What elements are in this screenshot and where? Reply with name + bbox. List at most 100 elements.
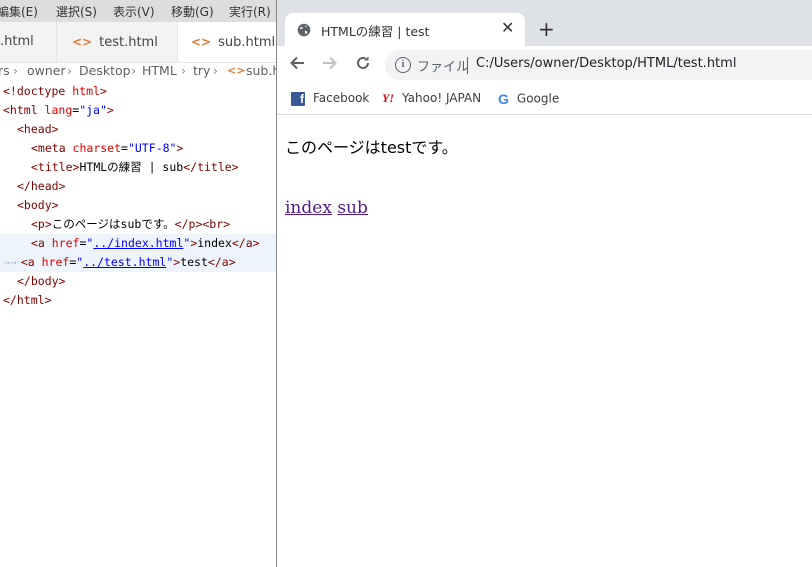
close-tab-icon[interactable]: ✕	[501, 18, 514, 37]
menu-run[interactable]: 実行(R)	[229, 3, 271, 20]
code-token: >	[99, 84, 107, 98]
globe-icon	[297, 22, 311, 41]
code-token: "UTF-8"	[127, 141, 177, 155]
html-file-icon: <>	[72, 35, 93, 49]
code-token: index	[197, 236, 232, 250]
menu-selection[interactable]: 選択(S)	[56, 3, 97, 20]
code-token: lang	[44, 103, 73, 117]
breadcrumb-item[interactable]: rs	[0, 63, 10, 78]
browser-toolbar: i ファイル C:/Users/owner/Desktop/HTML/test.…	[277, 46, 812, 84]
address-divider	[467, 57, 468, 74]
new-tab-button[interactable]: +	[538, 17, 555, 41]
chevron-right-icon: ›	[13, 63, 18, 78]
reload-button[interactable]	[355, 55, 371, 76]
bookmark-label: Facebook	[313, 91, 370, 105]
code-line: <p>このページはsubです。</p><br>	[0, 215, 276, 234]
code-token: </a>	[207, 255, 236, 269]
html-file-icon: <>	[191, 35, 212, 49]
breadcrumb-item[interactable]: Desktop	[79, 63, 131, 78]
code-token: <body>	[17, 198, 59, 212]
code-token: </html>	[3, 293, 52, 307]
info-icon[interactable]: i	[395, 57, 411, 73]
code-line: </html>	[0, 291, 276, 310]
code-editor[interactable]: 編集(E) 選択(S) 表示(V) 移動(G) 実行(R) .html <> te…	[0, 0, 276, 567]
code-token: HTMLの練習 | sub	[79, 160, 184, 174]
code-token: test	[180, 255, 208, 269]
code-line: →→ <a href="../test.html">test</a>	[0, 253, 276, 272]
forward-button[interactable]	[322, 55, 338, 76]
reload-icon	[357, 56, 369, 69]
code-token: charset	[72, 141, 122, 155]
menu-view[interactable]: 表示(V)	[113, 3, 155, 20]
code-token: このページはsubです。	[51, 217, 175, 231]
code-token: <head>	[17, 122, 59, 136]
code-token: </title>	[183, 160, 239, 174]
breadcrumb-item[interactable]: owner	[27, 63, 66, 78]
bookmark-google[interactable]: G Google	[498, 91, 559, 107]
code-token: html	[72, 84, 100, 98]
bookmark-facebook[interactable]: f Facebook	[291, 91, 369, 106]
code-line: </head>	[0, 177, 276, 196]
sub-link[interactable]: sub	[337, 198, 368, 218]
code-line: <title>HTMLの練習 | sub</title>	[0, 158, 276, 177]
google-icon: G	[498, 91, 509, 107]
browser-tab-title: HTMLの練習 | test	[321, 24, 430, 39]
code-line: <!doctype html>	[0, 82, 276, 101]
address-bar[interactable]: i ファイル C:/Users/owner/Desktop/HTML/test.…	[385, 50, 812, 80]
chevron-right-icon: ›	[213, 63, 218, 78]
code-token: <!doctype	[3, 84, 73, 98]
code-token: <html	[3, 103, 45, 117]
back-button[interactable]	[289, 55, 305, 76]
code-line: <body>	[0, 196, 276, 215]
editor-tab-label: test.html	[99, 35, 158, 50]
arrow-right-icon	[323, 56, 337, 70]
breadcrumb: rs › owner › Desktop › HTML › try › <> s…	[0, 62, 276, 82]
editor-tab-sub[interactable]: <> sub.html	[178, 22, 276, 62]
code-line: <meta charset="UTF-8">	[0, 139, 276, 158]
code-link[interactable]: ../index.html	[93, 236, 183, 250]
bookmark-yahoo[interactable]: Y! Yahoo! JAPAN	[382, 91, 481, 106]
code-token: <p>	[31, 217, 52, 231]
bookmark-label: Google	[516, 91, 560, 106]
code-token: <br>	[202, 217, 231, 231]
yahoo-icon: Y!	[382, 91, 394, 105]
code-token: <a	[20, 255, 42, 269]
code-token: </a>	[231, 236, 260, 250]
code-token: =	[121, 141, 128, 155]
url-text[interactable]: C:/Users/owner/Desktop/HTML/test.html	[476, 56, 736, 71]
editor-tab-index[interactable]: .html	[0, 22, 56, 62]
browser-window: HTMLの練習 | test ✕ + i ファイル C:/Users/owner…	[276, 0, 812, 567]
editor-tab-bar: .html <> test.html <> sub.html	[0, 22, 276, 63]
bookmarks-bar: f Facebook Y! Yahoo! JAPAN G Google	[277, 84, 812, 115]
code-line: </body>	[0, 272, 276, 291]
index-link[interactable]: index	[285, 198, 332, 218]
code-token: </p>	[174, 217, 203, 231]
code-token: <title>	[31, 160, 80, 174]
page-content: このページはtestです。 index sub	[277, 115, 812, 567]
code-link[interactable]: ../test.html	[83, 255, 166, 269]
browser-tab[interactable]: HTMLの練習 | test ✕	[285, 13, 525, 46]
page-links: index sub	[285, 198, 368, 218]
arrow-left-icon	[290, 56, 304, 70]
code-token: >	[106, 103, 114, 117]
breadcrumb-item[interactable]: try	[193, 63, 210, 78]
editor-tab-test[interactable]: <> test.html	[57, 22, 177, 62]
editor-tab-label: .html	[0, 34, 34, 49]
code-line: <a href="../index.html">index</a>	[0, 234, 276, 253]
menu-edit[interactable]: 編集(E)	[0, 3, 38, 20]
chevron-right-icon: ›	[131, 63, 136, 78]
url-scheme-label: ファイル	[417, 60, 470, 75]
menu-bar: 編集(E) 選択(S) 表示(V) 移動(G) 実行(R)	[0, 0, 276, 22]
code-token: >	[176, 141, 184, 155]
code-line: <html lang="ja">	[0, 101, 276, 120]
code-token: href	[51, 236, 80, 250]
editor-tab-label: sub.html	[218, 35, 276, 50]
page-paragraph: このページはtestです。	[285, 138, 458, 157]
chevron-right-icon: ›	[181, 63, 186, 78]
menu-go[interactable]: 移動(G)	[171, 3, 214, 20]
breadcrumb-item[interactable]: sub.h	[246, 63, 276, 78]
browser-tab-strip: HTMLの練習 | test ✕ +	[277, 0, 812, 46]
bookmark-label: Yahoo! JAPAN	[402, 91, 482, 105]
code-line: <head>	[0, 120, 276, 139]
breadcrumb-item[interactable]: HTML	[142, 63, 177, 78]
